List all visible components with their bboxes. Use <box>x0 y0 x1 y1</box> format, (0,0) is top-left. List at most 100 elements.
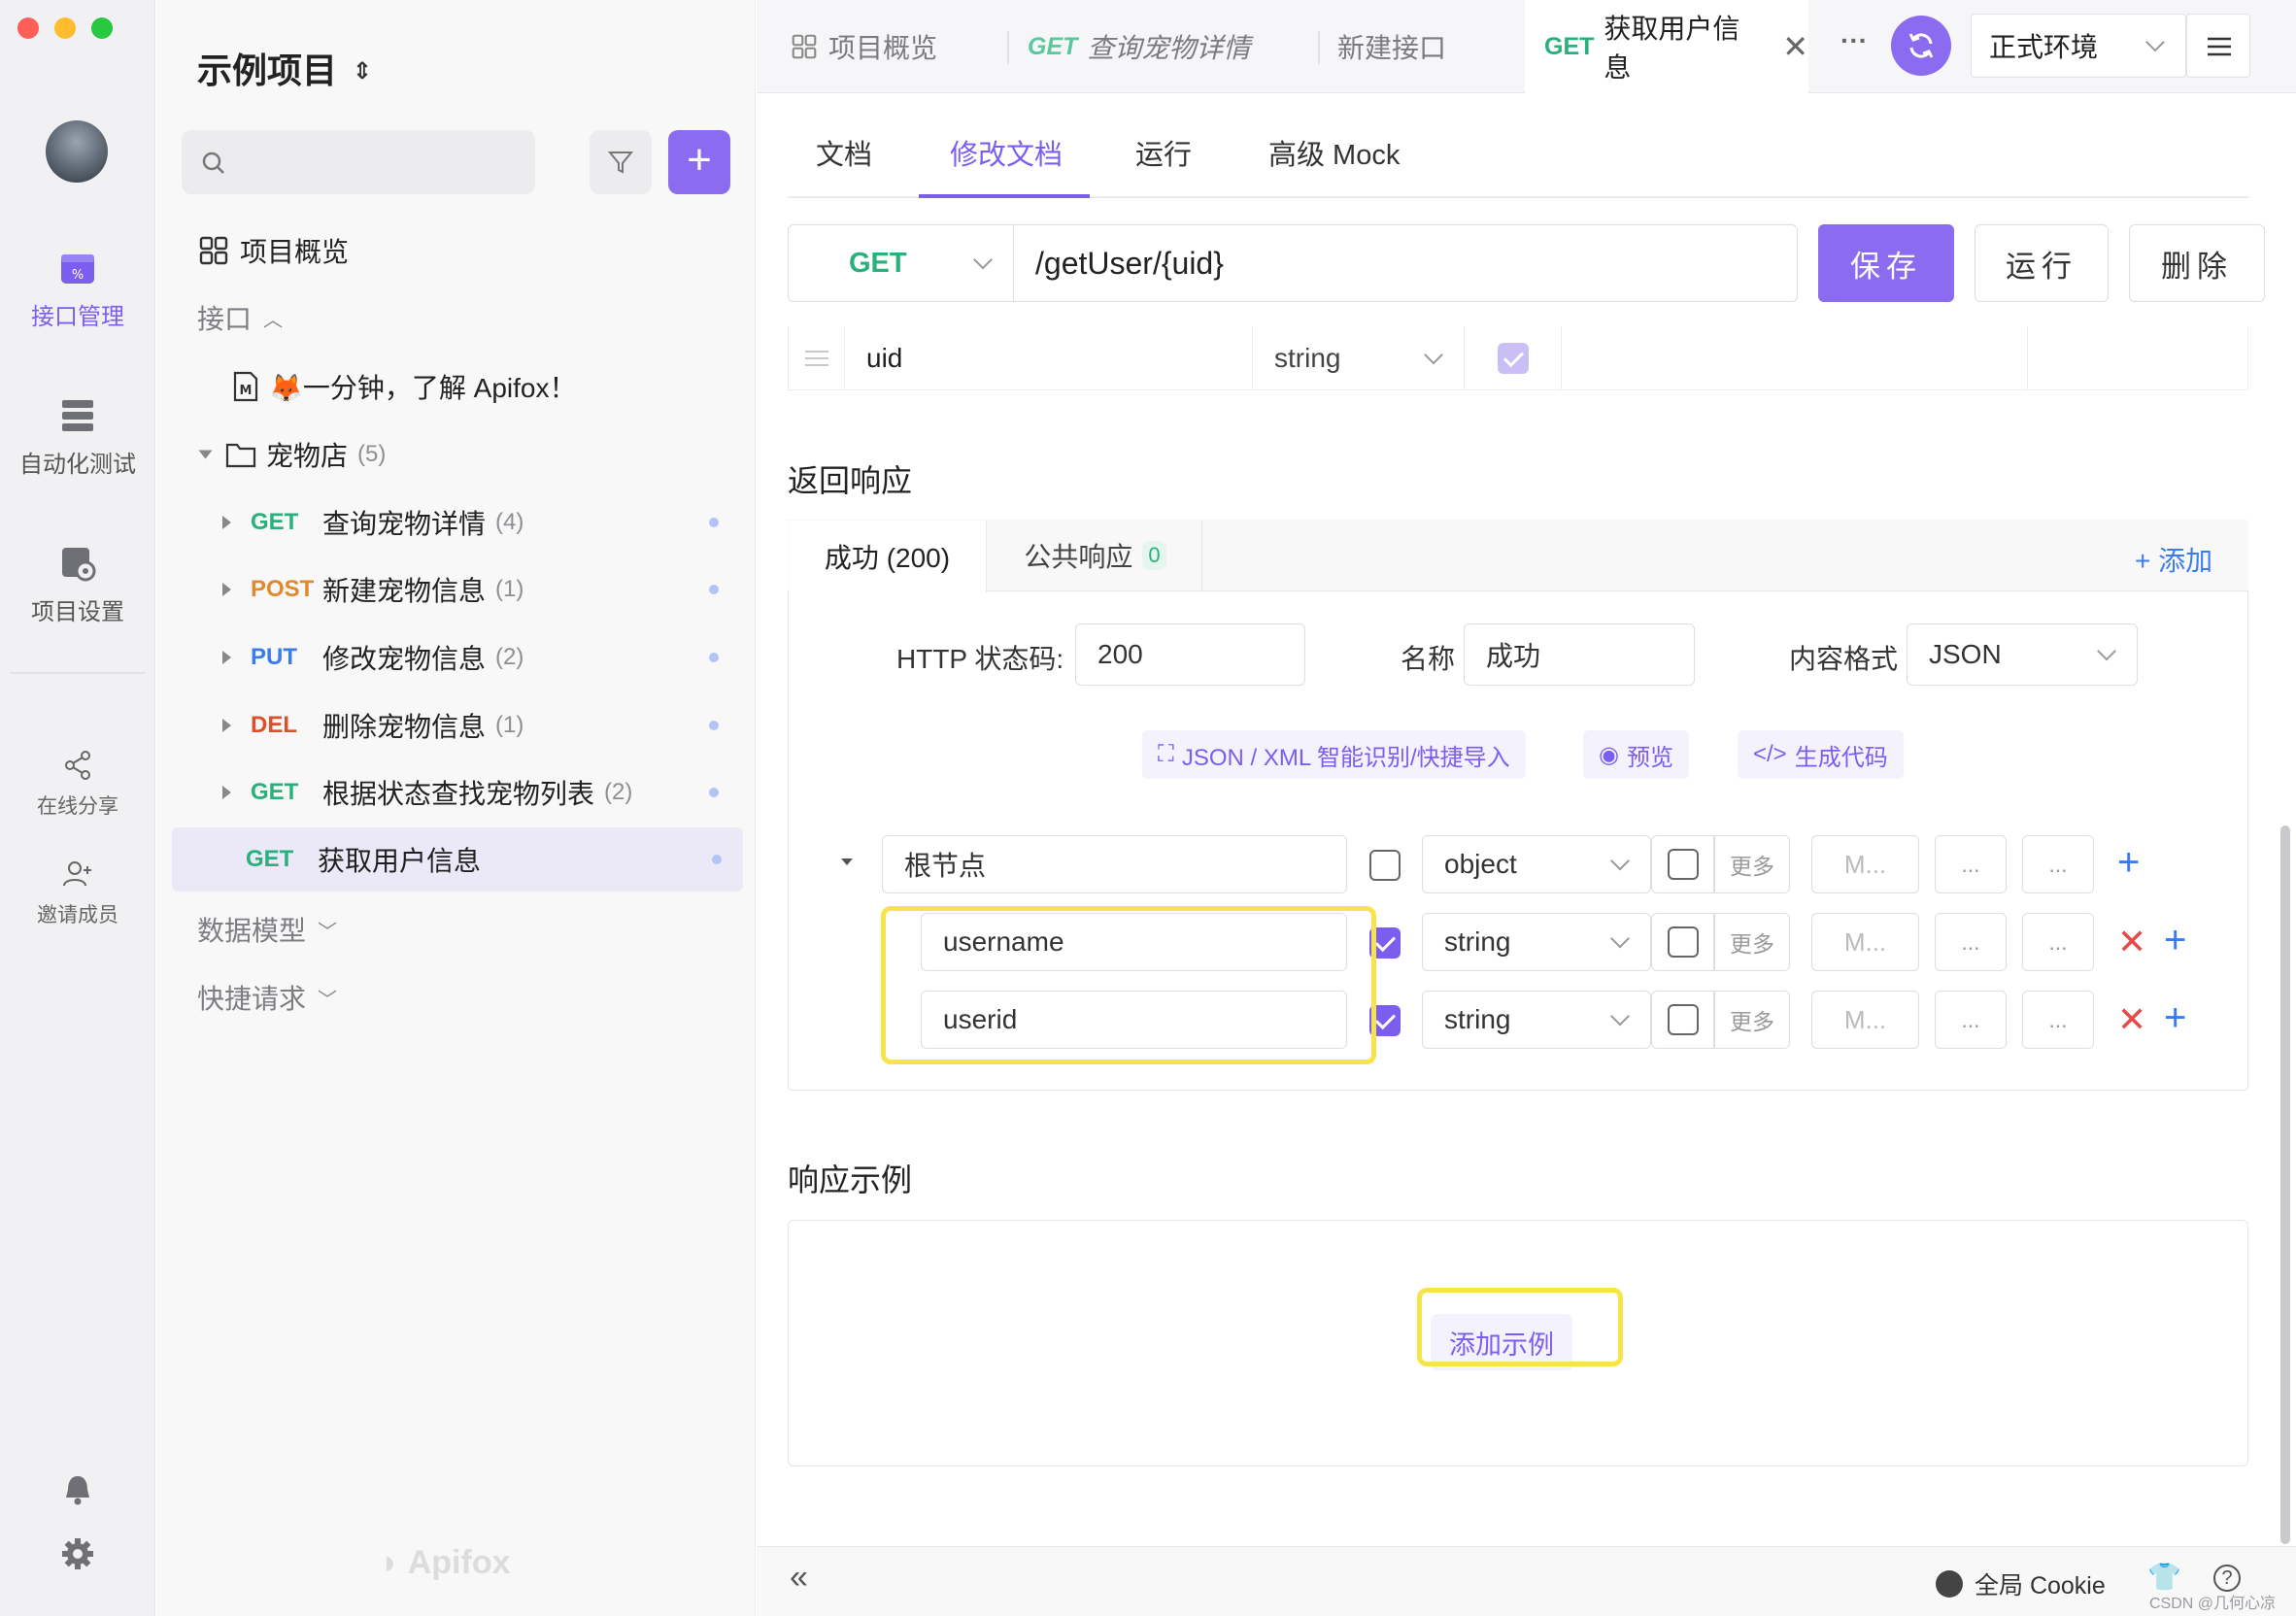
tab-get-user-info[interactable]: GET 获取用户信息 ✕ <box>1525 0 1808 93</box>
sidebar-endpoint-item[interactable]: GET 查询宠物详情 (4) <box>156 492 756 553</box>
tab-advanced-mock[interactable]: 高级 Mock <box>1268 132 1400 173</box>
param-type-select[interactable]: string <box>1253 326 1465 390</box>
schema-mock-field[interactable]: M... <box>1811 991 1919 1049</box>
collapse-sidebar-button[interactable]: « <box>790 1559 808 1597</box>
close-icon[interactable]: ✕ <box>1782 28 1808 65</box>
param-desc-field[interactable] <box>1562 326 2028 390</box>
scrollbar[interactable] <box>2280 825 2290 1544</box>
add-sibling-icon[interactable]: + <box>2164 921 2186 960</box>
rail-item-share[interactable]: 在线分享 <box>0 750 155 820</box>
sidebar-item-selected[interactable]: GET 获取用户信息 <box>172 827 743 892</box>
tab-edit-doc[interactable]: 修改文档 <box>950 132 1063 173</box>
schema-nullable-cell <box>1651 913 1714 971</box>
schema-title-field[interactable]: ... <box>1935 991 2007 1049</box>
maximize-window-icon[interactable] <box>91 17 113 39</box>
schema-desc-field[interactable]: ... <box>2022 835 2094 893</box>
run-button[interactable]: 运行 <box>1975 224 2109 302</box>
schema-type-select[interactable]: string <box>1422 913 1651 971</box>
path-input[interactable]: /getUser/{uid} <box>1014 224 1798 302</box>
shirt-icon[interactable]: 👕 <box>2147 1561 2181 1593</box>
sidebar-item-overview[interactable]: 项目概览 <box>156 220 756 281</box>
drag-handle[interactable] <box>789 326 845 390</box>
tab-run[interactable]: 运行 <box>1135 132 1192 173</box>
sidebar-endpoint-item[interactable]: PUT 修改宠物信息 (2) <box>156 627 756 688</box>
schema-type-select[interactable]: string <box>1422 991 1651 1049</box>
param-name-field[interactable]: uid <box>845 326 1253 390</box>
delete-field-icon[interactable]: ✕ <box>2117 1002 2146 1037</box>
save-button[interactable]: 保存 <box>1818 224 1954 302</box>
hamburger-icon <box>2208 37 2231 56</box>
tab-get-pet-detail[interactable]: GET 查询宠物详情 <box>1028 0 1250 93</box>
avatar[interactable] <box>46 120 108 183</box>
schema-nullable-checkbox[interactable] <box>1668 926 1699 958</box>
markdown-doc-icon: M <box>233 371 258 402</box>
response-heading: 返回响应 <box>788 463 913 498</box>
rail-item-invite[interactable]: 邀请成员 <box>0 858 155 928</box>
schema-desc-field[interactable]: ... <box>2022 991 2094 1049</box>
filter-button[interactable] <box>590 130 652 194</box>
rail-item-automation-test[interactable]: 自动化测试 <box>0 396 155 479</box>
tab-doc[interactable]: 文档 <box>816 132 872 173</box>
schema-more-button[interactable]: 更多 <box>1714 991 1790 1049</box>
schema-nullable-checkbox[interactable] <box>1668 849 1699 880</box>
status-code-input[interactable]: 200 <box>1075 623 1305 686</box>
rail-item-api-management[interactable]: % 接口管理 <box>0 249 155 331</box>
project-switcher[interactable]: 示例项目 ⇕ <box>197 43 372 93</box>
content-format-select[interactable]: JSON <box>1907 623 2138 686</box>
schema-more-button[interactable]: 更多 <box>1714 835 1790 893</box>
sidebar-endpoint-item[interactable]: POST 新建宠物信息 (1) <box>156 559 756 620</box>
apifox-logo-icon: ◗ <box>380 1544 400 1581</box>
smart-import-button[interactable]: ⛶ JSON / XML 智能识别/快捷导入 <box>1142 730 1526 779</box>
sidebar-folder-petstore[interactable]: 宠物店 (5) <box>156 424 756 485</box>
schema-desc-field[interactable]: ... <box>2022 913 2094 971</box>
tab-overview[interactable]: 项目概览 <box>792 0 937 93</box>
sidebar-group-data-model[interactable]: 数据模型 ﹀ <box>156 899 756 960</box>
schema-title-field[interactable]: ... <box>1935 913 2007 971</box>
sidebar-endpoint-item[interactable]: DEL 删除宠物信息 (1) <box>156 695 756 756</box>
schema-mock-field[interactable]: M... <box>1811 913 1919 971</box>
automation-test-icon <box>62 400 93 431</box>
delete-field-icon[interactable]: ✕ <box>2117 925 2146 960</box>
sync-button[interactable] <box>1891 16 1951 76</box>
schema-mock-field[interactable]: M... <box>1811 835 1919 893</box>
tab-bar: 项目概览 GET 查询宠物详情 新建接口 GET 获取用户信息 ✕ ··· 正式… <box>757 0 2296 93</box>
rail-item-project-settings[interactable]: 项目设置 <box>0 544 155 626</box>
add-sibling-icon[interactable]: + <box>2164 998 2186 1037</box>
tab-response-success[interactable]: 成功 (200) <box>789 521 987 592</box>
bell-icon[interactable] <box>60 1472 95 1507</box>
search-input[interactable] <box>182 130 535 194</box>
schema-required-checkbox[interactable] <box>1369 850 1401 881</box>
preview-button[interactable]: ◉ 预览 <box>1583 730 1689 779</box>
schema-title-field[interactable]: ... <box>1935 835 2007 893</box>
gear-icon[interactable] <box>60 1536 95 1571</box>
add-response-button[interactable]: + 添加 <box>2135 540 2212 579</box>
help-icon[interactable]: ? <box>2213 1565 2241 1592</box>
expand-caret-icon <box>222 583 231 596</box>
global-cookie-button[interactable]: 全局 Cookie <box>1936 1566 2106 1601</box>
menu-button[interactable] <box>2186 14 2250 78</box>
sidebar-endpoint-item[interactable]: GET 根据状态查找宠物列表 (2) <box>156 762 756 823</box>
add-button[interactable]: + <box>668 130 730 194</box>
generate-code-button[interactable]: </> 生成代码 <box>1738 730 1904 779</box>
delete-button[interactable]: 删除 <box>2129 224 2265 302</box>
add-child-icon[interactable]: + <box>2117 843 2140 882</box>
sidebar-group-api[interactable]: 接口 ︿ <box>156 287 756 348</box>
sidebar-group-quick-request[interactable]: 快捷请求 ﹀ <box>156 967 756 1027</box>
schema-more-button[interactable]: 更多 <box>1714 913 1790 971</box>
schema-nullable-checkbox[interactable] <box>1668 1004 1699 1035</box>
schema-type-select[interactable]: object <box>1422 835 1651 893</box>
minimize-window-icon[interactable] <box>54 17 76 39</box>
tab-public-response[interactable]: 公共响应 0 <box>989 521 1202 590</box>
method-select[interactable]: GET <box>788 224 1014 302</box>
more-tabs-button[interactable]: ··· <box>1840 25 1868 56</box>
sync-icon <box>1908 33 1934 58</box>
tab-new-api[interactable]: 新建接口 <box>1337 0 1446 93</box>
collapse-caret-icon[interactable] <box>841 858 853 865</box>
schema-field-name[interactable]: 根节点 <box>882 835 1347 893</box>
sidebar-item-intro[interactable]: M 🦊一分钟，了解 Apifox！ <box>156 356 756 417</box>
close-window-icon[interactable] <box>17 17 39 39</box>
param-required-checkbox[interactable] <box>1498 343 1529 374</box>
environment-select[interactable]: 正式环境 <box>1971 14 2186 78</box>
response-name-input[interactable]: 成功 <box>1464 623 1695 686</box>
grid-icon <box>792 34 817 59</box>
